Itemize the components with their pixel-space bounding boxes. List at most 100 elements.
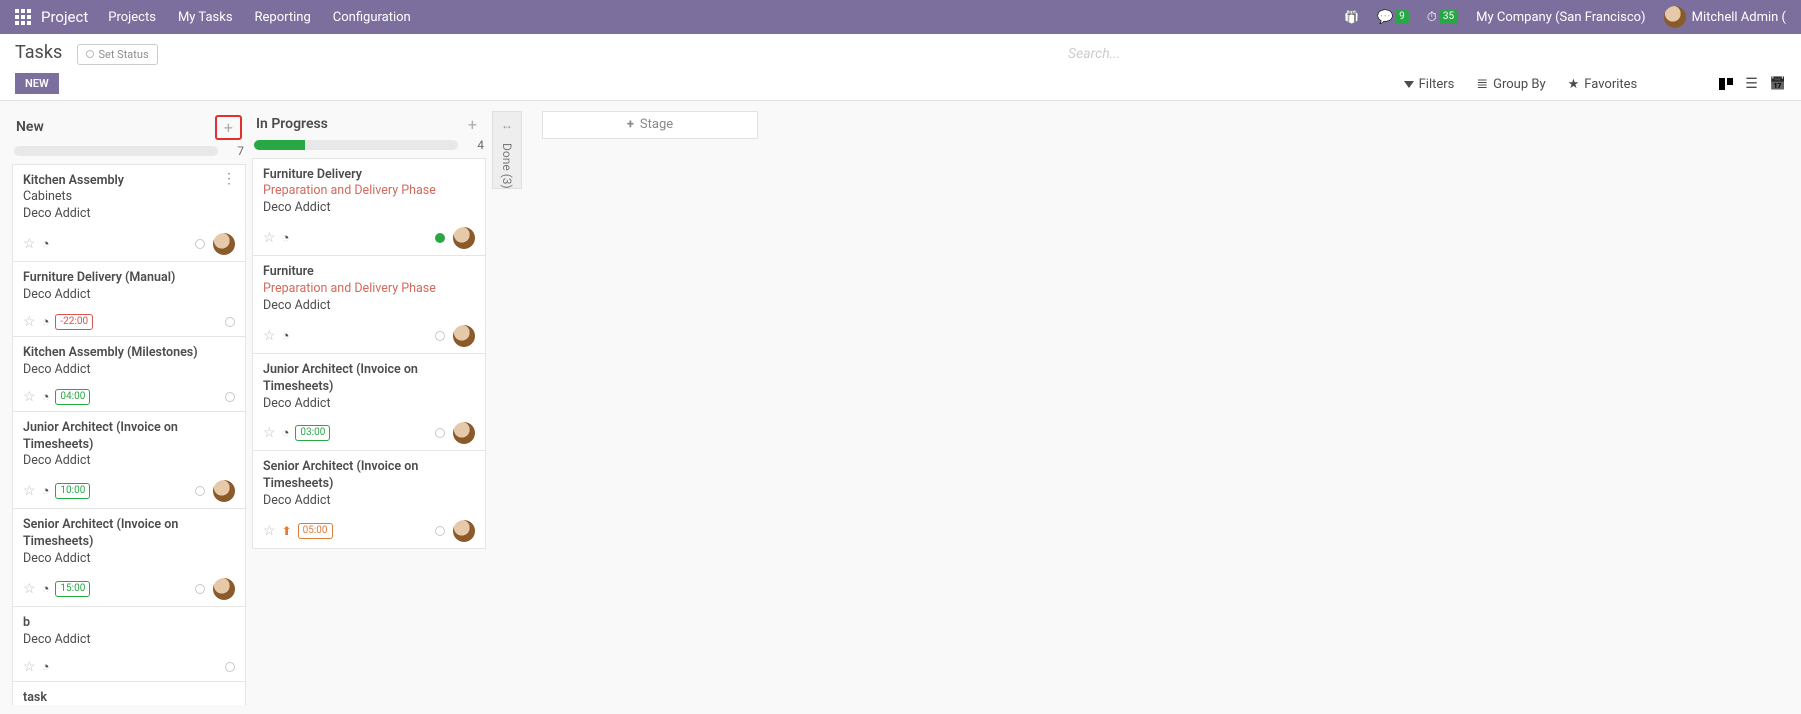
kanban-column-done-collapsed[interactable]: Done (3) bbox=[492, 111, 522, 190]
state-circle-icon[interactable] bbox=[225, 317, 235, 327]
task-card[interactable]: Junior Architect (Invoice on Timesheets)… bbox=[12, 412, 246, 510]
task-card[interactable]: Furniture Preparation and Delivery Phase… bbox=[252, 256, 486, 354]
upload-icon[interactable] bbox=[282, 524, 292, 539]
task-card[interactable]: Senior Architect (Invoice on Timesheets)… bbox=[12, 509, 246, 607]
task-card[interactable]: Kitchen Assembly (Milestones) Deco Addic… bbox=[12, 337, 246, 412]
task-card[interactable]: Senior Architect (Invoice on Timesheets)… bbox=[252, 451, 486, 549]
task-card[interactable]: task bbox=[12, 682, 246, 705]
collapsed-count: (3) bbox=[500, 173, 514, 188]
activity-clock-icon[interactable] bbox=[42, 389, 50, 405]
task-milestone: Preparation and Delivery Phase bbox=[263, 281, 475, 298]
priority-star-icon[interactable] bbox=[23, 389, 36, 405]
task-title: Junior Architect (Invoice on Timesheets) bbox=[263, 362, 475, 396]
favorites-label: Favorites bbox=[1584, 77, 1637, 92]
nav-projects[interactable]: Projects bbox=[108, 10, 156, 25]
task-customer: Deco Addict bbox=[263, 396, 475, 413]
task-title: Kitchen Assembly bbox=[23, 173, 235, 190]
activity-clock-icon[interactable] bbox=[42, 236, 50, 252]
state-circle-icon[interactable] bbox=[435, 331, 445, 341]
activity-clock-icon[interactable] bbox=[42, 483, 50, 499]
state-circle-icon[interactable] bbox=[435, 428, 445, 438]
priority-star-icon[interactable] bbox=[263, 328, 276, 344]
column-progress bbox=[254, 140, 458, 150]
filters-menu[interactable]: Filters bbox=[1404, 77, 1455, 92]
kanban-view-icon[interactable] bbox=[1719, 78, 1733, 90]
assignee-avatar-icon[interactable] bbox=[453, 520, 475, 542]
nav-reporting[interactable]: Reporting bbox=[255, 10, 311, 25]
list-view-icon[interactable] bbox=[1745, 76, 1758, 92]
user-avatar-icon bbox=[1664, 6, 1686, 28]
priority-star-icon[interactable] bbox=[23, 581, 36, 597]
new-button[interactable]: NEW bbox=[15, 73, 59, 94]
favorites-menu[interactable]: Favorites bbox=[1568, 77, 1638, 92]
task-card[interactable]: Furniture Delivery (Manual) Deco Addict … bbox=[12, 262, 246, 337]
assignee-avatar-icon[interactable] bbox=[213, 578, 235, 600]
brand-label[interactable]: Project bbox=[41, 8, 88, 26]
task-customer: Deco Addict bbox=[263, 200, 475, 217]
task-title: Senior Architect (Invoice on Timesheets) bbox=[263, 459, 475, 493]
assignee-avatar-icon[interactable] bbox=[213, 233, 235, 255]
status-circle-icon bbox=[86, 50, 94, 58]
assignee-avatar-icon[interactable] bbox=[453, 325, 475, 347]
activity-clock-icon[interactable] bbox=[282, 425, 290, 441]
task-card[interactable]: Junior Architect (Invoice on Timesheets)… bbox=[252, 354, 486, 452]
task-subtitle: Cabinets bbox=[23, 189, 235, 206]
company-switcher[interactable]: My Company (San Francisco) bbox=[1476, 10, 1645, 25]
task-customer: Deco Addict bbox=[263, 298, 475, 315]
add-stage-label: Stage bbox=[640, 117, 673, 132]
card-menu-icon[interactable]: ⋮ bbox=[222, 171, 237, 187]
assignee-avatar-icon[interactable] bbox=[453, 227, 475, 249]
gift-icon[interactable] bbox=[1344, 10, 1359, 25]
activity-clock-icon[interactable] bbox=[42, 659, 50, 675]
time-pill: 03:00 bbox=[295, 425, 330, 441]
activity-clock-icon[interactable] bbox=[282, 328, 290, 344]
task-card[interactable]: ⋮ Kitchen Assembly Cabinets Deco Addict bbox=[12, 164, 246, 263]
assignee-avatar-icon[interactable] bbox=[453, 422, 475, 444]
priority-star-icon[interactable] bbox=[23, 314, 36, 330]
add-card-button[interactable]: + bbox=[215, 115, 242, 140]
priority-star-icon[interactable] bbox=[23, 659, 36, 675]
time-pill: 05:00 bbox=[298, 523, 333, 539]
activity-clock-icon[interactable] bbox=[42, 581, 50, 597]
group-by-menu[interactable]: Group By bbox=[1476, 76, 1545, 92]
state-circle-icon[interactable] bbox=[195, 486, 205, 496]
state-circle-icon[interactable] bbox=[435, 233, 445, 243]
column-title[interactable]: In Progress bbox=[256, 116, 328, 132]
user-menu[interactable]: Mitchell Admin ( bbox=[1664, 6, 1786, 28]
activity-clock-icon[interactable] bbox=[42, 314, 50, 330]
add-card-button[interactable]: + bbox=[463, 115, 482, 134]
expand-icon bbox=[501, 118, 513, 133]
priority-star-icon[interactable] bbox=[263, 523, 276, 539]
state-circle-icon[interactable] bbox=[435, 526, 445, 536]
activity-icon[interactable]: 35 bbox=[1427, 10, 1458, 25]
state-circle-icon[interactable] bbox=[225, 392, 235, 402]
state-circle-icon[interactable] bbox=[225, 662, 235, 672]
set-status-label: Set Status bbox=[98, 48, 148, 61]
add-stage-button[interactable]: Stage bbox=[542, 111, 758, 139]
task-title: Junior Architect (Invoice on Timesheets) bbox=[23, 420, 235, 454]
state-circle-icon[interactable] bbox=[195, 584, 205, 594]
state-circle-icon[interactable] bbox=[195, 239, 205, 249]
priority-star-icon[interactable] bbox=[23, 483, 36, 499]
activity-clock-icon[interactable] bbox=[282, 230, 290, 246]
apps-icon[interactable] bbox=[15, 9, 31, 25]
column-title[interactable]: New bbox=[16, 119, 44, 135]
task-customer: Deco Addict bbox=[23, 632, 235, 649]
time-pill: 10:00 bbox=[55, 483, 90, 499]
top-nav: Project Projects My Tasks Reporting Conf… bbox=[0, 0, 1801, 34]
nav-my-tasks[interactable]: My Tasks bbox=[178, 10, 233, 25]
assignee-avatar-icon[interactable] bbox=[213, 480, 235, 502]
priority-star-icon[interactable] bbox=[263, 230, 276, 246]
calendar-view-icon[interactable] bbox=[1770, 77, 1786, 92]
priority-star-icon[interactable] bbox=[263, 425, 276, 441]
priority-star-icon[interactable] bbox=[23, 236, 36, 252]
task-milestone: Preparation and Delivery Phase bbox=[263, 183, 475, 200]
task-card[interactable]: Furniture Delivery Preparation and Deliv… bbox=[252, 158, 486, 257]
layers-icon bbox=[1476, 76, 1488, 92]
task-card[interactable]: b Deco Addict bbox=[12, 607, 246, 682]
nav-configuration[interactable]: Configuration bbox=[333, 10, 411, 25]
chat-badge: 9 bbox=[1395, 10, 1409, 24]
search-input[interactable] bbox=[1066, 42, 1786, 66]
set-status-button[interactable]: Set Status bbox=[77, 44, 157, 65]
chat-icon[interactable]: 9 bbox=[1377, 10, 1409, 25]
